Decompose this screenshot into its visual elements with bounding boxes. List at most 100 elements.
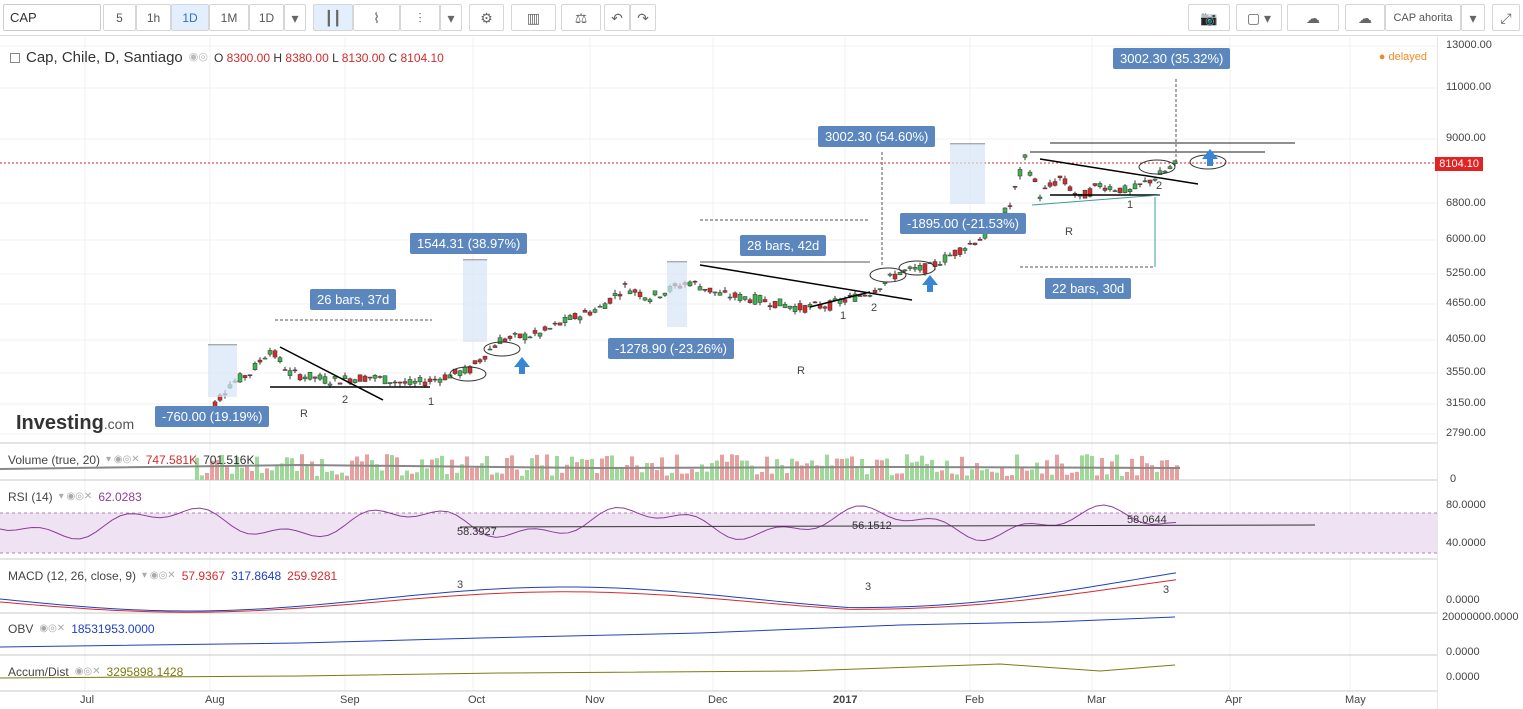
candle-body [282,369,288,371]
candle-body [577,316,583,321]
load-cloud-button[interactable]: ☁ [1287,4,1339,31]
candle-body [857,295,863,297]
snapshot-button[interactable]: 📷 [1188,4,1230,31]
volume-bar [885,458,889,480]
candle-body [697,286,703,291]
square-icon: ▢ ▾ [1246,9,1272,26]
account-dropdown[interactable]: ▾ [1461,4,1485,31]
interval-dropdown[interactable]: ▾ [284,4,306,31]
candle-body [797,303,803,311]
time-tick: Mar [1087,694,1106,706]
volume-bar [325,471,329,480]
volume-bar [1060,463,1064,480]
price-axis[interactable]: 13000.00 11000.00 9000.00 6800.00 6000.0… [1437,37,1523,709]
interval-1d[interactable]: 1D [171,4,209,31]
volume-bar [295,470,299,480]
candle-body [422,381,428,386]
measure-box [463,260,487,342]
volume-bar [775,459,779,480]
volume-axis-tick: 0 [1450,473,1457,485]
rsi-label-1: 58.3927 [457,526,497,538]
wave-label-1: 1 [428,396,435,408]
chart-title: Cap, Chile, D, Santiago [26,49,183,66]
candle-body [1052,181,1058,186]
indicators-button[interactable]: ▥ [511,4,556,31]
candle-body [1162,170,1168,173]
redo-button[interactable]: ↷ [630,4,656,31]
chart-area[interactable]: Cap, Chile, D, Santiago ◉◎ O 8300.00 H 8… [0,37,1523,709]
series-settings-icons[interactable]: ◉◎ [189,52,208,63]
volume-bar [1005,475,1009,480]
volume-bar [845,458,849,480]
chart-canvas[interactable] [0,37,1437,709]
account-button[interactable]: CAP ahorita [1385,4,1461,31]
undo-button[interactable]: ↶ [604,4,630,31]
volume-bar [335,474,339,480]
candle-body [687,281,693,287]
pane-settings-icons[interactable]: ◉◎✕ [75,667,101,677]
candle-body [537,332,543,337]
volume-bar [1035,462,1039,480]
chart-type-dropdown[interactable]: ▾ [440,4,462,31]
price-tick: 3150.00 [1446,397,1486,409]
price-tick: 11000.00 [1446,81,1492,93]
volume-bar [990,471,994,480]
volume-bar [770,473,774,480]
line-chart-button[interactable]: ⌇ [353,4,400,31]
candles-button[interactable]: ┃┃ [313,4,353,31]
volume-bar [940,470,944,480]
volume-bar [515,469,519,480]
settings-button[interactable]: ⚙ [469,4,504,31]
macd-label-1: 3 [457,579,464,591]
pane-settings-icons[interactable]: ▾ ◉◎✕ [106,455,140,465]
interval-1d-alt[interactable]: 1D [249,4,284,31]
volume-bar [705,471,709,480]
candle-body [612,293,618,297]
volume-bar [910,462,914,480]
volume-bar [420,459,424,480]
volume-bar [580,458,584,480]
time-tick: Dec [708,694,728,706]
volume-bar [550,475,554,480]
fullscreen-button[interactable]: ⤢ [1492,4,1520,31]
obv-axis-tick: 0.0000 [1446,646,1480,658]
volume-bar [485,456,489,480]
candle-body [412,380,418,384]
volume-bar [410,473,414,480]
candle-body [1007,205,1013,207]
pane-settings-icons[interactable]: ◉◎✕ [39,624,65,634]
compare-button[interactable]: ⚖ [561,4,601,31]
price-tick: 13000.00 [1446,39,1492,51]
volume-bar [225,466,229,480]
time-tick: 2017 [833,694,858,706]
volume-bar [260,472,264,480]
interval-5[interactable]: 5 [103,4,136,31]
volume-bar [450,459,454,480]
candle-body [1037,196,1043,199]
candle-body [272,350,278,358]
volume-bar [965,475,969,480]
candle-body [567,315,573,320]
candle-body [977,238,983,241]
collapse-icon[interactable] [10,52,20,63]
interval-1m[interactable]: 1M [209,4,249,31]
symbol-input[interactable]: CAP [3,4,101,31]
layout-button[interactable]: ▢ ▾ [1236,4,1282,31]
wave-label-6: 2 [1156,180,1163,192]
time-tick: Feb [965,694,984,706]
candle-body [1137,183,1143,185]
candle-body [1017,169,1023,177]
candle-body [892,273,898,280]
bars-button[interactable]: ⫶ [400,4,440,31]
volume-bar [585,459,589,480]
candle-body [517,333,523,339]
candle-body [717,292,723,296]
volume-bar [505,457,509,480]
volume-bar [255,456,259,480]
pane-settings-icons[interactable]: ▾ ◉◎✕ [142,571,176,581]
save-cloud-button[interactable]: ☁ [1345,4,1385,31]
time-axis[interactable]: Jul Aug Sep Oct Nov Dec 2017 Feb Mar Apr… [0,691,1437,709]
candle-body [902,269,908,272]
pane-settings-icons[interactable]: ▾ ◉◎✕ [59,492,93,502]
interval-1h[interactable]: 1h [136,4,171,31]
